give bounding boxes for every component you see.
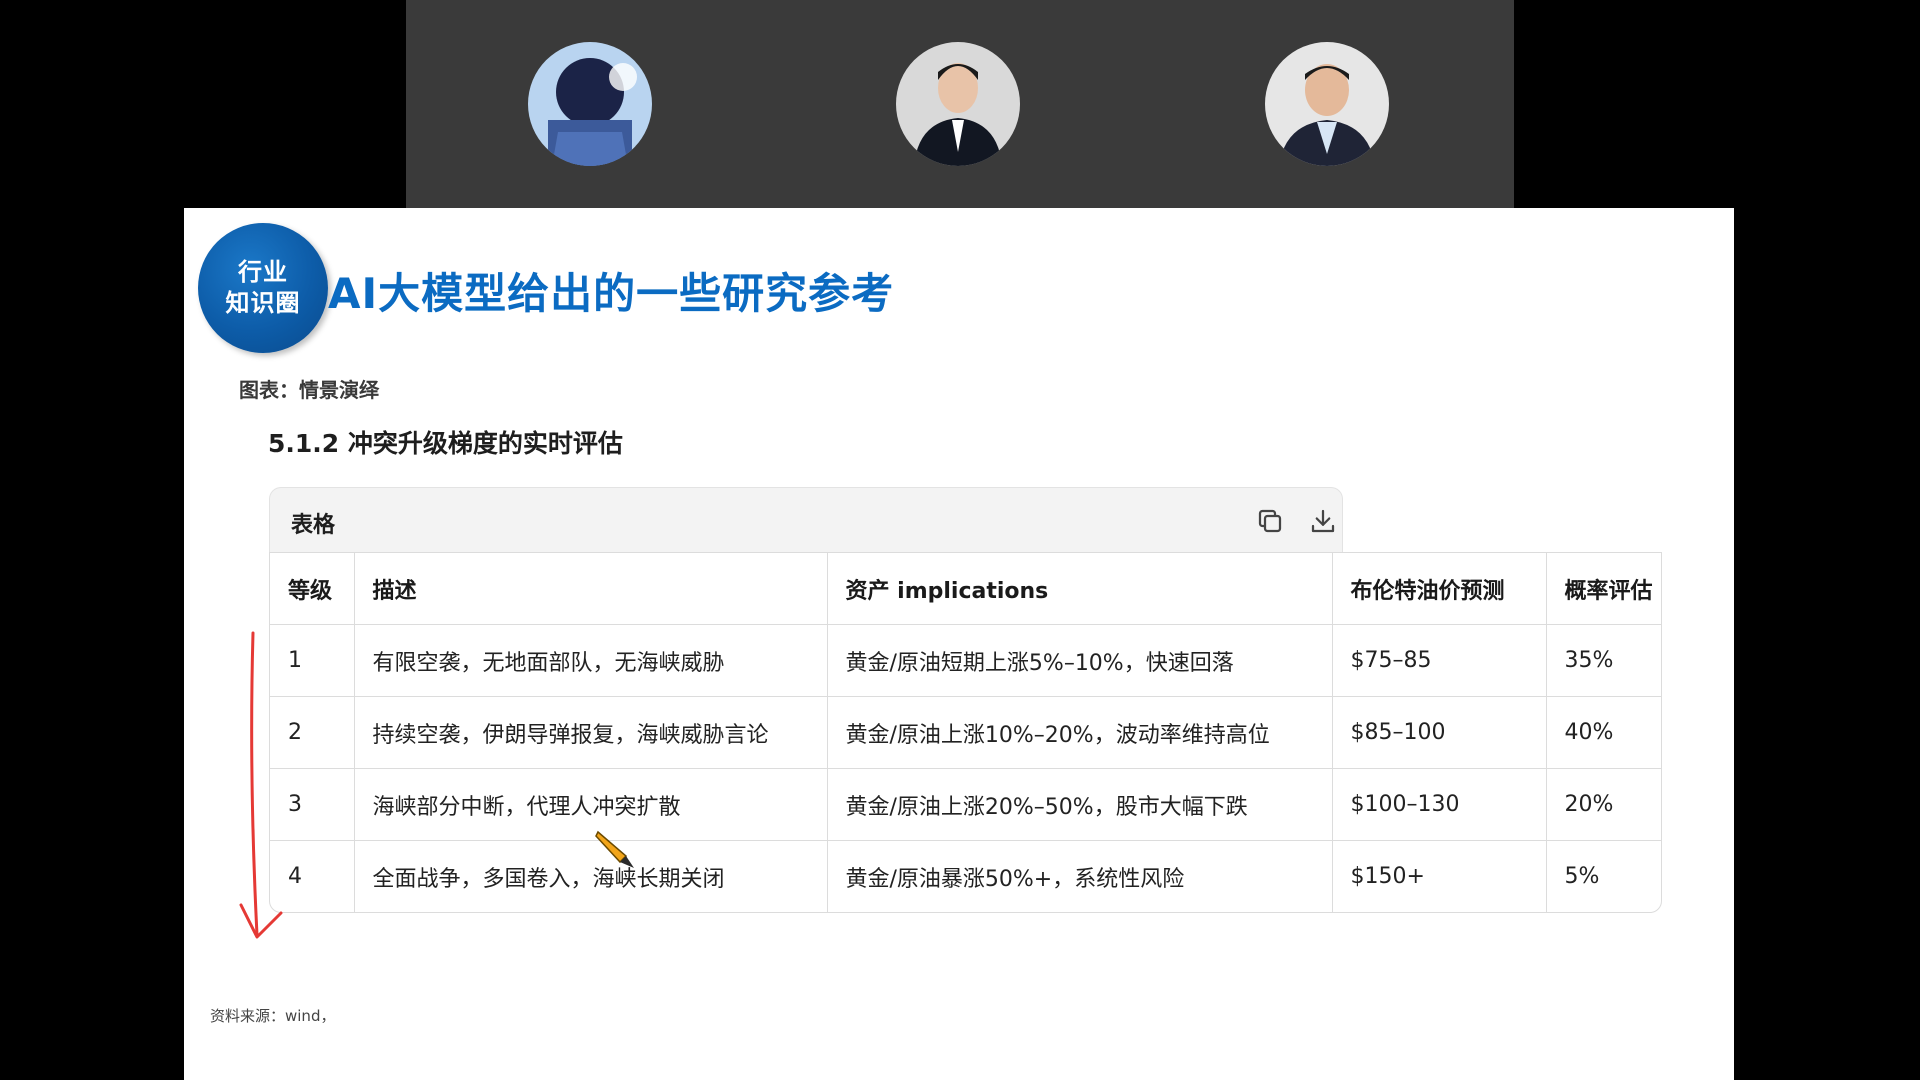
cell-asset-implications: 黄金/原油上涨10%–20%，波动率维持高位	[827, 696, 1333, 769]
cell-description: 有限空袭，无地面部队，无海峡威胁	[354, 624, 828, 697]
cell-brent-forecast: $150+	[1332, 840, 1547, 912]
column-header-brent-forecast: 布伦特油价预测	[1332, 553, 1547, 625]
copy-icon[interactable]	[1255, 506, 1285, 536]
column-header-asset-implications: 资产 implications	[827, 553, 1333, 625]
table-row: 4 全面战争，多国卷入，海峡长期关闭 黄金/原油暴涨50%+，系统性风险 $15…	[270, 840, 1661, 912]
participant-avatar-2[interactable]	[896, 42, 1020, 166]
video-participant-strip	[406, 0, 1514, 208]
table-header-row: 等级 描述 资产 implications 布伦特油价预测 概率评估	[270, 553, 1661, 625]
cell-probability: 35%	[1546, 624, 1661, 697]
cell-brent-forecast: $100–130	[1332, 768, 1547, 841]
escalation-table: 等级 描述 资产 implications 布伦特油价预测 概率评估 1 有限空…	[269, 552, 1662, 913]
download-icon[interactable]	[1308, 506, 1338, 536]
table-row: 2 持续空袭，伊朗导弹报复，海峡威胁言论 黄金/原油上涨10%–20%，波动率维…	[270, 696, 1661, 769]
source-note: 资料来源：wind，	[210, 1007, 336, 1025]
cell-probability: 5%	[1564, 864, 1600, 889]
section-title: 5.1.2 冲突升级梯度的实时评估	[268, 429, 623, 458]
pencil-cursor-icon	[595, 830, 634, 868]
cell-brent-forecast: $75–85	[1332, 624, 1547, 697]
chart-label: 图表：情景演绎	[239, 378, 379, 402]
table-row: 3 海峡部分中断，代理人冲突扩散 黄金/原油上涨20%–50%，股市大幅下跌 $…	[270, 768, 1661, 841]
cell-description: 持续空袭，伊朗导弹报复，海峡威胁言论	[354, 696, 828, 769]
column-header-level: 等级	[270, 553, 355, 625]
logo-line-1: 行业	[238, 258, 288, 286]
annotation-arrow-icon	[239, 631, 283, 939]
participant-avatar-1[interactable]	[528, 42, 652, 166]
table-card-header: 表格	[269, 487, 1343, 552]
anime-avatar-image	[528, 42, 652, 166]
cell-brent-forecast: $85–100	[1332, 696, 1547, 769]
participant-avatar-3[interactable]	[1265, 42, 1389, 166]
cell-asset-implications: 黄金/原油短期上涨5%–10%，快速回落	[827, 624, 1333, 697]
column-header-probability: 概率评估	[1546, 553, 1661, 625]
presentation-slide: 行业 知识圈 AI大模型给出的一些研究参考 图表：情景演绎 5.1.2 冲突升级…	[184, 208, 1734, 1080]
cell-probability: 20%	[1546, 768, 1661, 841]
person-avatar-image	[1265, 42, 1389, 166]
cell-probability: 40%	[1546, 696, 1661, 769]
table-row: 1 有限空袭，无地面部队，无海峡威胁 黄金/原油短期上涨5%–10%，快速回落 …	[270, 624, 1661, 697]
cell-description: 海峡部分中断，代理人冲突扩散	[354, 768, 828, 841]
person-avatar-image	[896, 42, 1020, 166]
cell-asset-implications: 黄金/原油上涨20%–50%，股市大幅下跌	[827, 768, 1333, 841]
logo-line-2: 知识圈	[225, 289, 301, 317]
table-card-title: 表格	[291, 513, 336, 538]
slide-title: AI大模型给出的一些研究参考	[328, 269, 895, 318]
brand-logo: 行业 知识圈	[198, 223, 328, 353]
cell-asset-implications: 黄金/原油暴涨50%+，系统性风险	[827, 840, 1333, 912]
cell-description: 全面战争，多国卷入，海峡长期关闭	[354, 840, 828, 912]
column-header-description: 描述	[354, 553, 828, 625]
